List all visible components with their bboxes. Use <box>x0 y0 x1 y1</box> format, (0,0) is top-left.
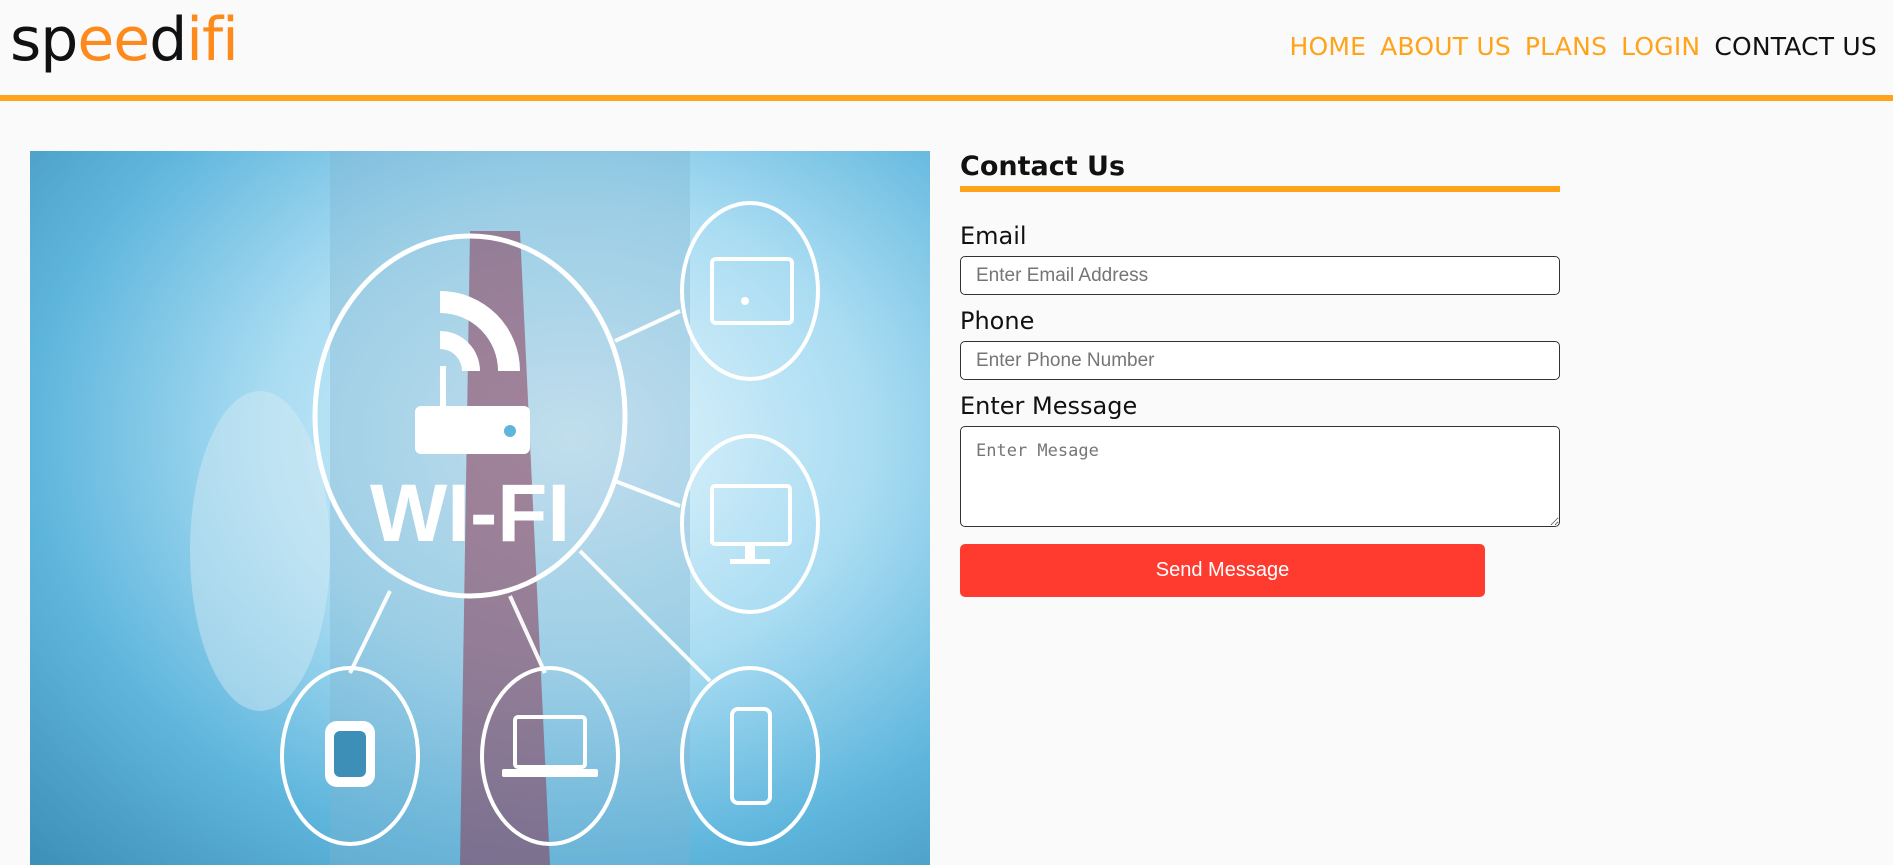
hero-wifi-text: WI-FI <box>370 468 570 559</box>
phone-circle-icon <box>680 666 820 846</box>
nav-about-us[interactable]: ABOUT US <box>1380 32 1511 61</box>
nav-contact-us[interactable]: CONTACT US <box>1714 32 1877 61</box>
contact-form-title: Contact Us <box>960 151 1560 192</box>
logo-text-part: sp <box>10 5 78 75</box>
phone-label: Phone <box>960 307 1035 335</box>
nav-login[interactable]: LOGIN <box>1621 32 1700 61</box>
email-field[interactable] <box>960 256 1560 295</box>
monitor-circle-icon <box>680 434 820 614</box>
brand-logo[interactable]: speedifi <box>10 10 239 70</box>
tablet-circle-icon <box>680 201 820 381</box>
email-label: Email <box>960 222 1027 250</box>
wifi-network-illustration: WI-FI <box>190 151 820 865</box>
send-message-button[interactable]: Send Message <box>960 544 1485 597</box>
logo-text-part: ee <box>77 5 150 75</box>
phone-field[interactable] <box>960 341 1560 380</box>
logo-text-part: ifi <box>186 5 238 75</box>
contact-form: Contact Us Email Phone Enter Message Sen… <box>960 151 1560 597</box>
nav-plans[interactable]: PLANS <box>1525 32 1607 61</box>
message-label: Enter Message <box>960 392 1138 420</box>
logo-text-part: d <box>149 5 187 75</box>
nav-home[interactable]: HOME <box>1289 32 1366 61</box>
site-header: speedifi HOME ABOUT US PLANS LOGIN CONTA… <box>0 0 1893 101</box>
main-nav: HOME ABOUT US PLANS LOGIN CONTACT US <box>1289 32 1877 61</box>
hero-wifi-image: WI-FI <box>30 151 930 865</box>
message-textarea[interactable] <box>960 426 1560 527</box>
